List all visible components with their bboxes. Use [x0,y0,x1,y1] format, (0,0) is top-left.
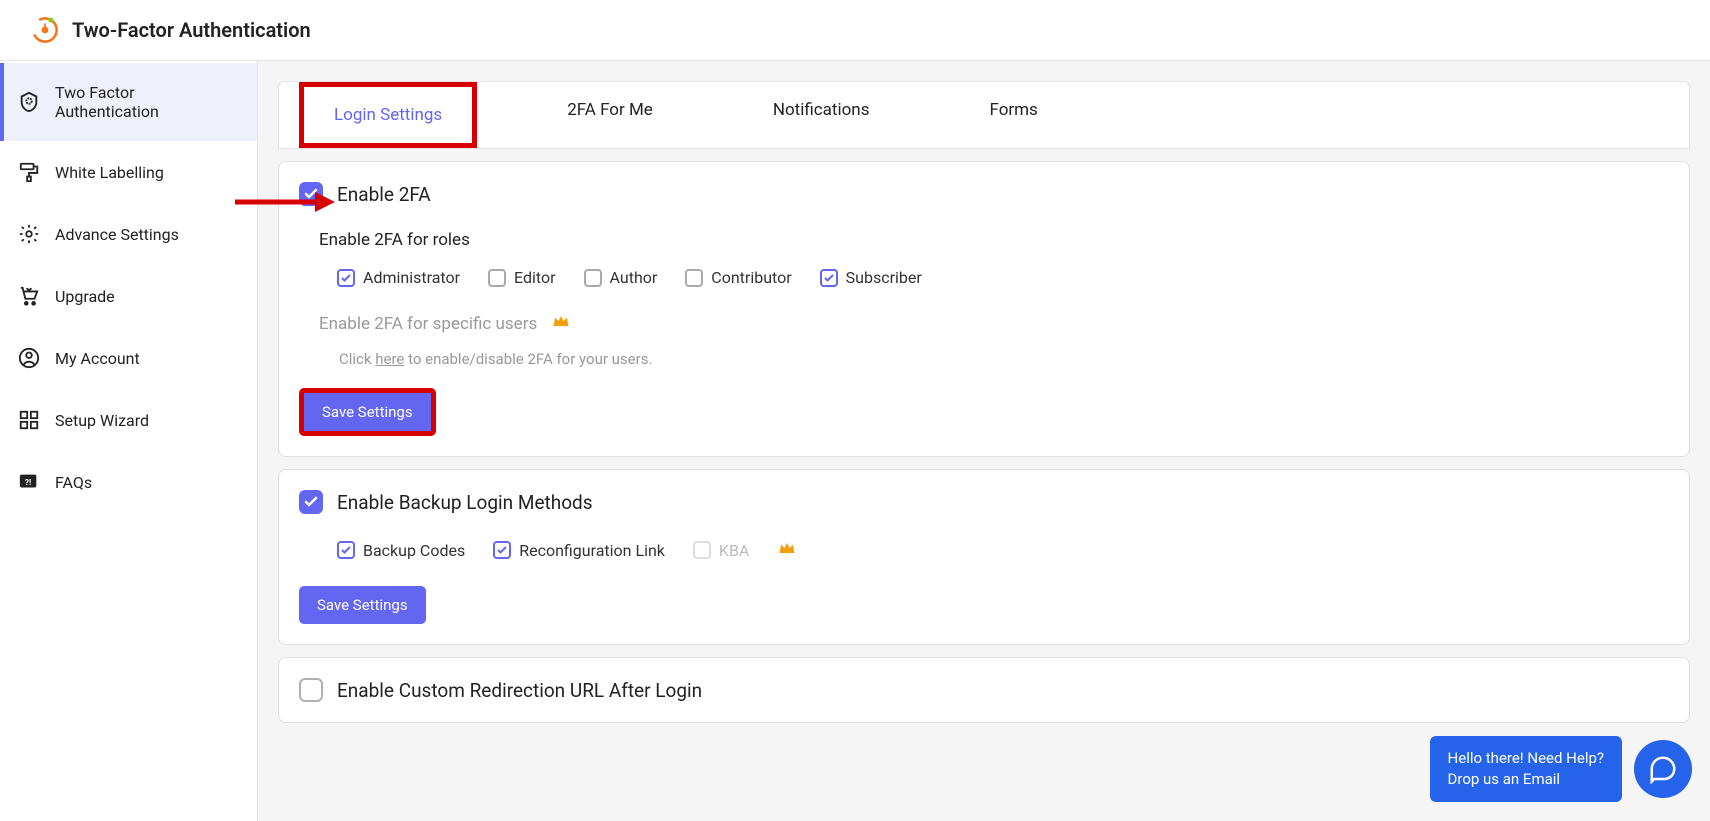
help-line1: Hello there! Need Help? [1448,748,1604,769]
save-settings-button-backup[interactable]: Save Settings [299,586,426,624]
sidebar-item-label: My Account [55,349,140,368]
chat-button[interactable] [1634,740,1692,798]
sidebar-item-advance-settings[interactable]: Advance Settings [0,203,257,265]
role-label: Subscriber [846,268,922,287]
sidebar-item-label: White Labelling [55,163,164,182]
sidebar-item-my-account[interactable]: My Account [0,327,257,389]
enable-2fa-checkbox[interactable] [299,182,323,206]
method-label: Backup Codes [363,541,465,560]
hint-link[interactable]: here [375,350,404,368]
paint-roller-icon [18,161,40,183]
sidebar: Two Factor Authentication White Labellin… [0,61,258,821]
backup-codes-checkbox[interactable] [337,541,355,559]
tab-login-settings[interactable]: Login Settings [299,82,477,148]
page-header: Two-Factor Authentication [0,0,1710,61]
sidebar-item-2fa[interactable]: Two Factor Authentication [0,63,257,141]
role-label: Author [610,268,658,287]
role-editor-checkbox[interactable] [488,269,506,287]
kba-checkbox [693,541,711,559]
logo-icon [30,15,60,45]
enable-redirection-label: Enable Custom Redirection URL After Logi… [337,679,702,702]
crown-icon [551,311,571,336]
reconfiguration-link-checkbox[interactable] [493,541,511,559]
enable-2fa-label: Enable 2FA [337,183,431,206]
sidebar-item-upgrade[interactable]: Upgrade [0,265,257,327]
page-title: Two-Factor Authentication [72,18,311,42]
role-administrator-checkbox[interactable] [337,269,355,287]
gear-icon [18,223,40,245]
custom-redirection-card: Enable Custom Redirection URL After Logi… [278,657,1690,723]
sidebar-item-setup-wizard[interactable]: Setup Wizard [0,389,257,451]
roles-heading: Enable 2FA for roles [319,230,1669,250]
svg-text:?!: ?! [25,478,31,488]
role-subscriber-checkbox[interactable] [820,269,838,287]
roles-row: Administrator Editor Author Contributor [319,268,1669,287]
sidebar-item-label: Setup Wizard [55,411,149,430]
user-icon [18,347,40,369]
grid-icon [18,409,40,431]
specific-users-row: Enable 2FA for specific users [319,311,1669,336]
role-contributor-checkbox[interactable] [685,269,703,287]
role-label: Administrator [363,268,460,287]
role-author-checkbox[interactable] [584,269,602,287]
enable-backup-label: Enable Backup Login Methods [337,491,593,514]
crown-icon [777,538,797,562]
role-label: Editor [514,268,555,287]
shield-icon [18,91,40,113]
enable-2fa-card: Enable 2FA Enable 2FA for roles Administ… [278,161,1690,457]
content-area: Login Settings 2FA For Me Notifications … [258,61,1710,821]
cart-icon [18,285,40,307]
save-settings-button[interactable]: Save Settings [299,388,436,436]
role-label: Contributor [711,268,791,287]
method-label: Reconfiguration Link [519,541,665,560]
backup-methods-row: Backup Codes Reconfiguration Link KBA [319,538,1669,562]
backup-methods-card: Enable Backup Login Methods Backup Codes [278,469,1690,645]
sidebar-item-label: Upgrade [55,287,115,306]
enable-redirection-checkbox[interactable] [299,678,323,702]
tab-forms[interactable]: Forms [959,82,1067,148]
sidebar-item-label: FAQs [55,473,92,492]
sidebar-item-label: Two Factor Authentication [55,83,242,121]
sidebar-item-white-labelling[interactable]: White Labelling [0,141,257,203]
specific-users-label: Enable 2FA for specific users [319,314,537,334]
faq-icon: ?! [18,471,40,493]
method-label: KBA [719,541,749,560]
tab-notifications[interactable]: Notifications [743,82,900,148]
tab-2fa-for-me[interactable]: 2FA For Me [537,82,683,148]
chat-icon [1648,754,1678,784]
help-message-box[interactable]: Hello there! Need Help? Drop us an Email [1430,736,1622,802]
sidebar-item-faqs[interactable]: ?! FAQs [0,451,257,513]
tabs-bar: Login Settings 2FA For Me Notifications … [278,81,1690,149]
help-line2: Drop us an Email [1448,769,1604,790]
hint-text: Click here to enable/disable 2FA for you… [319,350,1669,368]
enable-backup-checkbox[interactable] [299,490,323,514]
sidebar-item-label: Advance Settings [55,225,179,244]
help-widget: Hello there! Need Help? Drop us an Email [1430,736,1692,802]
